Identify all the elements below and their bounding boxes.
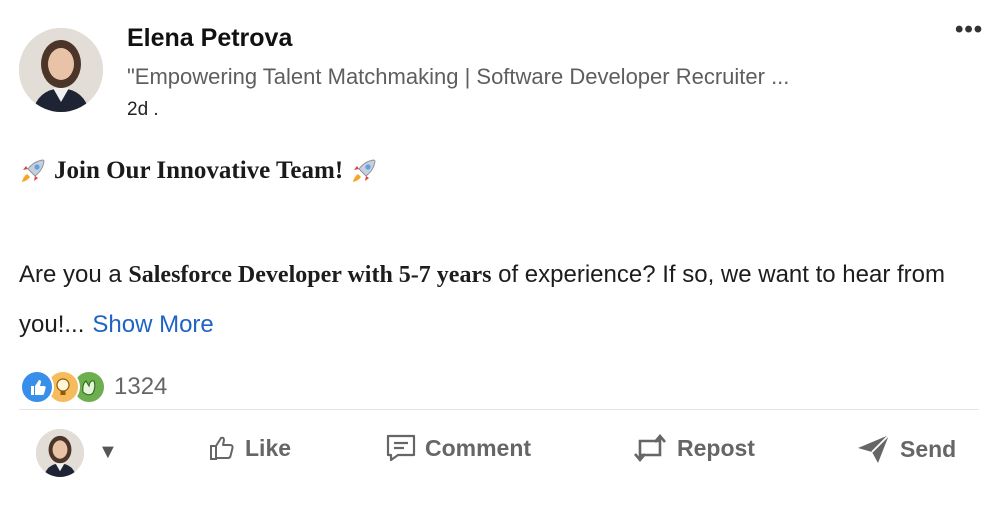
comment-button[interactable]: Comment — [385, 433, 531, 463]
comment-label: Comment — [425, 434, 532, 461]
show-more-link[interactable]: Show More — [92, 311, 213, 338]
post-timestamp: 2d . — [127, 99, 159, 120]
send-button[interactable]: Send — [856, 433, 956, 465]
send-icon — [858, 434, 890, 463]
author-avatar[interactable] — [19, 28, 103, 112]
post-body-pre: Are you a — [19, 261, 129, 288]
post-title: Join Our Innovative Team! — [54, 157, 344, 184]
action-divider — [19, 409, 979, 410]
like-icon — [20, 370, 54, 404]
rocket-icon — [18, 156, 48, 186]
post-body-bold: Salesforce Developer with 5-7 years — [128, 262, 492, 288]
repost-icon — [634, 433, 666, 463]
repost-button[interactable]: Repost — [631, 433, 755, 463]
author-headline: "Empowering Talent Matchmaking | Softwar… — [127, 64, 790, 89]
send-label: Send — [900, 435, 957, 462]
action-bar: ▼ Like Comment Repost Send — [0, 425, 998, 481]
like-button[interactable]: Like — [207, 433, 291, 463]
current-user-avatar[interactable] — [36, 429, 84, 477]
post-title-row: Join Our Innovative Team! — [18, 156, 379, 186]
like-label: Like — [245, 434, 292, 461]
reaction-count[interactable]: 1324 — [114, 373, 167, 401]
reactions-summary[interactable]: 1324 — [20, 370, 167, 404]
thumbs-up-icon — [210, 436, 234, 460]
rocket-icon — [349, 156, 379, 186]
more-options-button[interactable]: ••• — [955, 16, 983, 44]
react-as-dropdown[interactable]: ▼ — [98, 441, 118, 464]
post-body: Are you a Salesforce Developer with 5-7 … — [19, 250, 979, 349]
comment-icon — [386, 434, 416, 462]
repost-label: Repost — [677, 434, 755, 461]
author-name[interactable]: Elena Petrova — [127, 24, 292, 53]
